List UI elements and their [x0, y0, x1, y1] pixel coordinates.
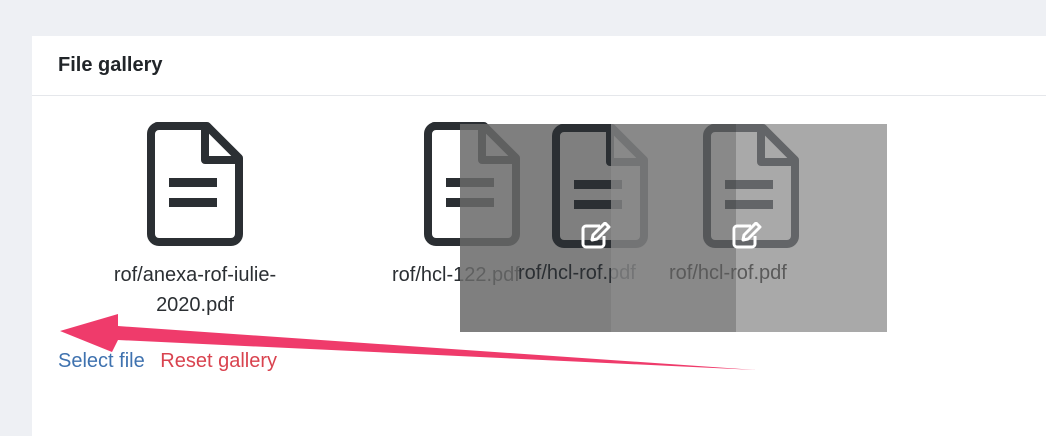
select-file-link[interactable]: Select file	[58, 350, 145, 372]
file-gallery-card: File gallery rof/anexa-rof-iulie- 2020.p…	[32, 36, 1046, 436]
card-header: File gallery	[32, 36, 1046, 96]
card-title: File gallery	[58, 54, 163, 76]
reset-gallery-link[interactable]: Reset gallery	[160, 350, 277, 372]
file-name: rof/hcl-rof.pdf	[669, 262, 787, 284]
file-item[interactable]: rof/anexa-rof-iulie- 2020.pdf	[80, 122, 310, 320]
file-name: rof/anexa-rof-iulie-	[113, 264, 277, 286]
gallery-actions: Select file Reset gallery	[58, 350, 287, 373]
file-name-continued: 2020.pdf	[156, 294, 234, 316]
file-text-icon	[80, 122, 310, 246]
edit-icon[interactable]	[580, 221, 612, 255]
edit-icon[interactable]	[731, 221, 763, 255]
drag-preview[interactable]: rof/hcl-rof.pdf	[611, 124, 887, 332]
